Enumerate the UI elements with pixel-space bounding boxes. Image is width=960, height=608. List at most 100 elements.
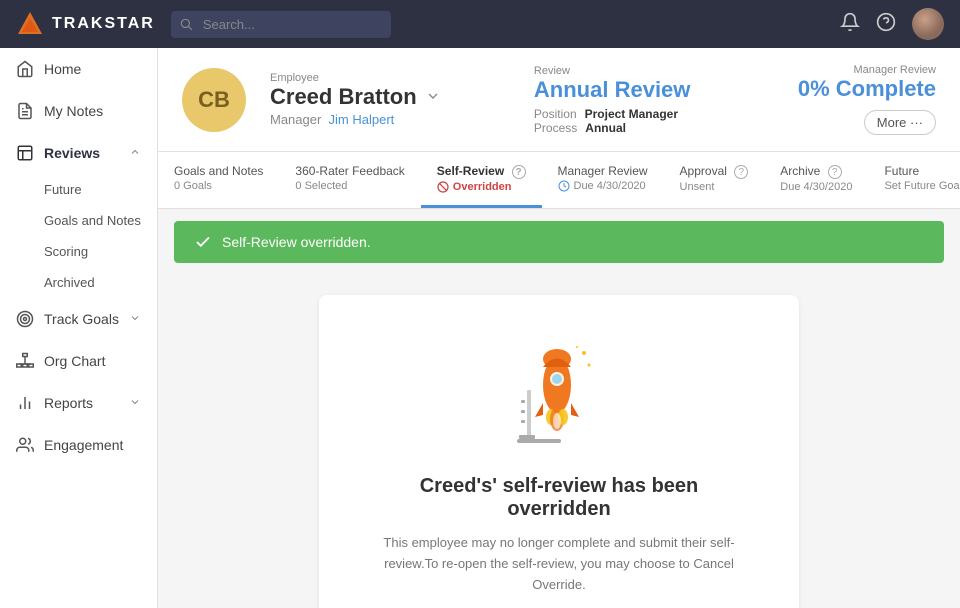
manager-review-label: Manager Review <box>798 64 936 76</box>
sidebar-item-future-label: Future <box>44 182 82 197</box>
home-icon <box>16 60 34 78</box>
tab-approval-label: Approval ? <box>680 164 749 179</box>
sidebar-item-scoring-label: Scoring <box>44 244 88 259</box>
tab-archive[interactable]: Archive ? Due 4/30/2020 <box>764 152 868 208</box>
logo-icon <box>16 10 44 38</box>
review-meta: Position Project Manager Process Annual <box>534 107 774 135</box>
tab-goals-and-notes-sub: 0 Goals <box>174 180 263 192</box>
sidebar-item-future[interactable]: Future <box>0 174 157 205</box>
sidebar-item-archived[interactable]: Archived <box>0 267 157 298</box>
employee-name-chevron-icon[interactable] <box>425 84 441 110</box>
sidebar-item-archived-label: Archived <box>44 275 95 290</box>
tab-self-review-label: Self-Review ? <box>437 164 526 179</box>
tab-approval[interactable]: Approval ? Unsent <box>664 152 765 208</box>
review-position-value: Project Manager <box>585 107 678 121</box>
sidebar-item-goals-and-notes[interactable]: Goals and Notes <box>0 205 157 236</box>
check-icon <box>194 233 212 251</box>
sidebar-item-my-notes-label: My Notes <box>44 103 103 119</box>
review-title: Annual Review <box>534 77 774 103</box>
approval-help-icon[interactable]: ? <box>734 165 748 179</box>
sidebar-item-home[interactable]: Home <box>0 48 157 90</box>
logo-text: TRAKSTAR <box>52 15 155 33</box>
tab-bar: Goals and Notes 0 Goals 360-Rater Feedba… <box>158 152 960 209</box>
more-button[interactable]: More ··· <box>864 110 936 135</box>
sidebar: Home My Notes Reviews Future Goals and N… <box>0 48 158 608</box>
employee-avatar: CB <box>182 68 246 132</box>
override-card-wrapper: Creed's' self-review has been overridden… <box>158 275 960 608</box>
avatar[interactable] <box>912 8 944 40</box>
tab-manager-review-sub: Due 4/30/2020 <box>558 180 648 192</box>
overridden-icon <box>437 181 449 193</box>
employee-info: Employee Creed Bratton Manager Jim Halpe… <box>270 72 510 127</box>
reports-chevron-icon <box>129 395 141 411</box>
override-description: This employee may no longer complete and… <box>367 533 751 595</box>
content-inner: Self-Review overridden. <box>158 221 960 608</box>
sidebar-item-reports-label: Reports <box>44 395 93 411</box>
employee-header: CB Employee Creed Bratton Manager Jim Ha… <box>158 48 960 152</box>
content-area: CB Employee Creed Bratton Manager Jim Ha… <box>158 48 960 608</box>
tab-future[interactable]: Future Set Future Goals <box>868 152 960 208</box>
engagement-icon <box>16 436 34 454</box>
success-message: Self-Review overridden. <box>222 234 371 250</box>
employee-label: Employee <box>270 72 510 84</box>
review-process-row: Process Annual <box>534 121 774 135</box>
sidebar-item-reviews[interactable]: Reviews <box>0 132 157 174</box>
rocket-illustration <box>499 335 619 455</box>
sidebar-item-reviews-label: Reviews <box>44 145 100 161</box>
tab-archive-sub: Due 4/30/2020 <box>780 181 852 193</box>
reviews-icon <box>16 144 34 162</box>
track-goals-chevron-icon <box>129 311 141 327</box>
reviews-chevron-icon <box>129 145 141 161</box>
bell-icon[interactable] <box>840 12 860 37</box>
main-scroll: Self-Review overridden. <box>158 209 960 608</box>
tab-future-sub: Set Future Goals <box>884 180 960 192</box>
logo[interactable]: TRAKSTAR <box>16 10 155 38</box>
main-layout: Home My Notes Reviews Future Goals and N… <box>0 48 960 608</box>
override-title: Creed's' self-review has been overridden <box>367 475 751 521</box>
sidebar-item-track-goals[interactable]: Track Goals <box>0 298 157 340</box>
clock-icon <box>558 180 570 192</box>
self-review-help-icon[interactable]: ? <box>512 165 526 179</box>
tab-manager-review-label: Manager Review <box>558 164 648 178</box>
review-label: Review <box>534 65 774 77</box>
manager-link[interactable]: Jim Halpert <box>329 112 395 127</box>
sidebar-item-my-notes[interactable]: My Notes <box>0 90 157 132</box>
avatar-image <box>912 8 944 40</box>
tab-archive-label: Archive ? <box>780 164 852 179</box>
tab-future-label: Future <box>884 164 960 178</box>
sidebar-item-org-chart-label: Org Chart <box>44 353 105 369</box>
sidebar-item-engagement[interactable]: Engagement <box>0 424 157 466</box>
org-chart-icon <box>16 352 34 370</box>
tab-approval-sub: Unsent <box>680 181 749 193</box>
tab-self-review[interactable]: Self-Review ? Overridden <box>421 152 542 208</box>
sidebar-item-org-chart[interactable]: Org Chart <box>0 340 157 382</box>
manager-review-info: Manager Review 0% Complete More ··· <box>798 64 936 135</box>
tab-manager-review[interactable]: Manager Review Due 4/30/2020 <box>542 152 664 208</box>
tab-360-rater-feedback[interactable]: 360-Rater Feedback 0 Selected <box>279 152 420 208</box>
rocket-icon <box>499 335 619 455</box>
sidebar-item-goals-label: Goals and Notes <box>44 213 141 228</box>
search-wrapper <box>171 11 391 38</box>
review-process-value: Annual <box>585 121 626 135</box>
employee-name: Creed Bratton <box>270 84 510 110</box>
sidebar-item-reports[interactable]: Reports <box>0 382 157 424</box>
tab-self-review-sub: Overridden <box>437 181 526 193</box>
override-card: Creed's' self-review has been overridden… <box>319 295 799 608</box>
sidebar-item-home-label: Home <box>44 61 81 77</box>
tab-goals-and-notes[interactable]: Goals and Notes 0 Goals <box>158 152 279 208</box>
review-info: Review Annual Review Position Project Ma… <box>534 65 774 135</box>
top-navigation: TRAKSTAR <box>0 0 960 48</box>
help-icon[interactable] <box>876 12 896 37</box>
manager-review-value: 0% Complete <box>798 76 936 102</box>
review-position-row: Position Project Manager <box>534 107 774 121</box>
employee-manager: Manager Jim Halpert <box>270 112 510 127</box>
reports-icon <box>16 394 34 412</box>
success-banner: Self-Review overridden. <box>174 221 944 263</box>
sidebar-item-track-goals-label: Track Goals <box>44 311 119 327</box>
archive-help-icon[interactable]: ? <box>828 165 842 179</box>
sidebar-item-engagement-label: Engagement <box>44 437 123 453</box>
tab-goals-and-notes-label: Goals and Notes <box>174 164 263 178</box>
search-input[interactable] <box>171 11 391 38</box>
sidebar-item-scoring[interactable]: Scoring <box>0 236 157 267</box>
tab-360-sub: 0 Selected <box>295 180 404 192</box>
